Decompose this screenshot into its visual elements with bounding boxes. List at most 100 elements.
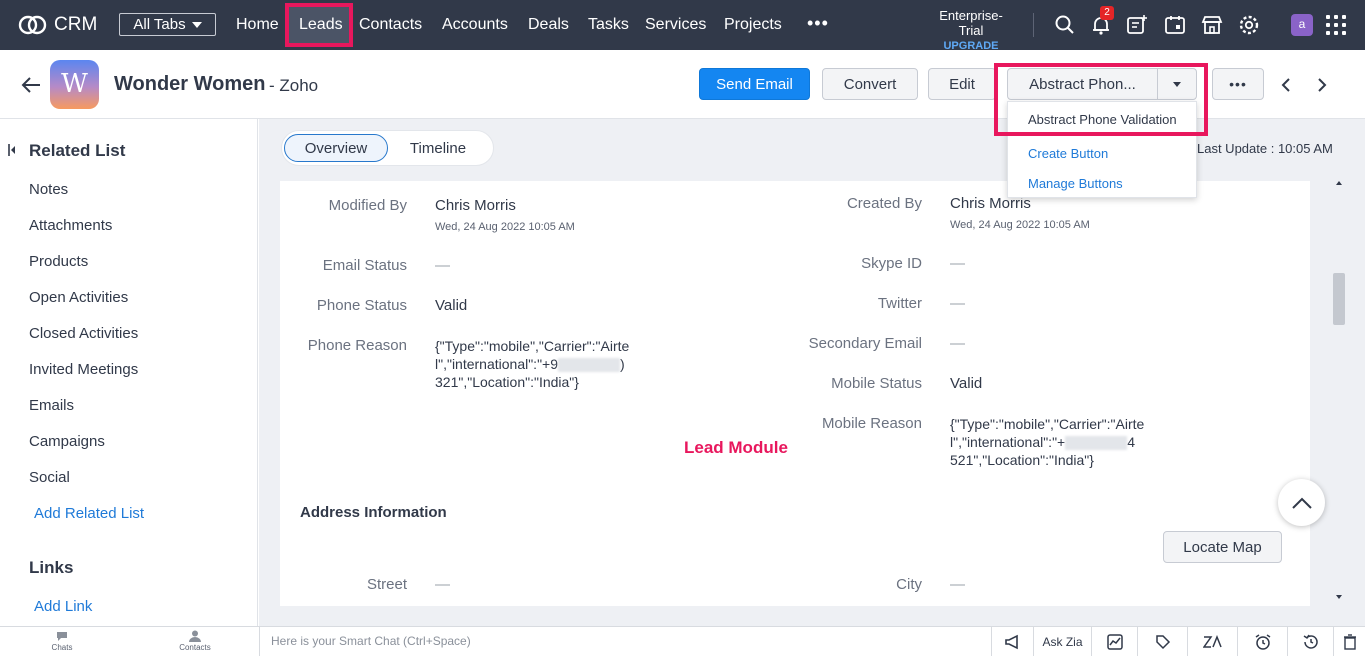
scroll-down-arrow-icon[interactable] (1336, 595, 1342, 599)
announcement-button[interactable] (991, 627, 1033, 656)
analytics-button[interactable] (1091, 627, 1137, 656)
reminders-button[interactable] (1237, 627, 1287, 656)
recycle-bin-button[interactable] (1333, 627, 1365, 656)
contacts-button[interactable]: Contacts (165, 629, 225, 652)
tab-overview[interactable]: Overview (284, 134, 388, 162)
nav-item-home[interactable]: Home (236, 0, 279, 50)
phone-reason-value: {"Type":"mobile","Carrier":"Airte l","in… (435, 337, 650, 391)
collapse-sidebar-icon[interactable] (8, 143, 16, 157)
last-update-text: Last Update : 10:05 AM (1197, 141, 1333, 156)
all-tabs-dropdown[interactable]: All Tabs (119, 13, 216, 36)
smart-chat-input[interactable]: Here is your Smart Chat (Ctrl+Space) (259, 627, 991, 656)
zia-icon (1202, 635, 1222, 648)
record-detail-panel: Overview Timeline Last Update : 10:05 AM… (259, 119, 1365, 626)
mobile-reason-value: {"Type":"mobile","Carrier":"Airte l","in… (950, 415, 1165, 469)
search-icon[interactable] (1053, 13, 1077, 37)
sidebar-item-open-activities[interactable]: Open Activities (29, 289, 128, 306)
back-arrow-icon[interactable] (20, 74, 42, 96)
send-email-button[interactable]: Send Email (699, 68, 810, 100)
convert-button[interactable]: Convert (822, 68, 918, 100)
mobile-reason-line-1: {"Type":"mobile","Carrier":"Airte (950, 416, 1145, 432)
notification-badge: 2 (1100, 6, 1114, 20)
phone-reason-line-1: {"Type":"mobile","Carrier":"Airte (435, 338, 630, 354)
nav-item-projects[interactable]: Projects (724, 0, 782, 50)
add-link[interactable]: Add Link (34, 598, 92, 615)
trial-info: Enterprise-Trial UPGRADE (927, 8, 1015, 52)
created-by-date: Wed, 24 Aug 2022 10:05 AM (950, 219, 1090, 231)
locate-map-button[interactable]: Locate Map (1163, 531, 1282, 563)
chat-bubble-icon (57, 632, 67, 641)
nav-divider (1033, 13, 1034, 37)
contacts-label: Contacts (179, 643, 211, 652)
mobile-reason-label: Mobile Reason (821, 415, 922, 432)
zia-signal-button[interactable] (1187, 627, 1237, 656)
scrollbar[interactable] (1332, 179, 1346, 606)
nav-item-services[interactable]: Services (645, 0, 706, 50)
sidebar-item-invited-meetings[interactable]: Invited Meetings (29, 361, 138, 378)
all-tabs-label: All Tabs (133, 16, 186, 33)
related-list-heading: Related List (29, 141, 126, 160)
tag-icon (1155, 635, 1170, 650)
phone-reason-line-2b: ) (620, 356, 625, 372)
created-by-label: Created By (846, 195, 922, 212)
record-name: Wonder Women (114, 73, 266, 95)
phone-reason-line-2a: l","international":"+9 (435, 356, 559, 372)
address-section-title: Address Information (300, 504, 447, 521)
tasks-button[interactable] (1137, 627, 1187, 656)
add-related-list-link[interactable]: Add Related List (34, 505, 144, 522)
edit-button[interactable]: Edit (928, 68, 996, 100)
sidebar-item-attachments[interactable]: Attachments (29, 217, 112, 234)
chats-button[interactable]: Chats (32, 629, 92, 652)
sidebar-item-notes[interactable]: Notes (29, 181, 68, 198)
sidebar-item-products[interactable]: Products (29, 253, 88, 270)
record-company: - Zoho (269, 76, 319, 95)
phone-reason-line-3: 321","Location":"India"} (435, 374, 579, 390)
email-status-value: — (435, 257, 450, 274)
mobile-reason-line-3: 521","Location":"India"} (950, 452, 1094, 468)
menu-item-manage-buttons[interactable]: Manage Buttons (1028, 176, 1123, 191)
ask-zia-button[interactable]: Ask Zia (1033, 627, 1091, 656)
nav-item-deals[interactable]: Deals (528, 0, 569, 50)
alarm-clock-icon (1255, 634, 1270, 650)
more-actions-button[interactable]: ••• (1212, 68, 1264, 100)
scroll-to-top-button[interactable] (1278, 479, 1325, 526)
record-avatar[interactable]: W (50, 60, 99, 109)
marketplace-icon[interactable] (1200, 13, 1224, 37)
crm-logo[interactable]: CRM (18, 12, 97, 38)
chevron-down-icon (191, 21, 202, 28)
apps-grid-icon[interactable] (1326, 15, 1346, 35)
top-navigation-bar: CRM All Tabs Home Leads Contacts Account… (0, 0, 1365, 52)
view-tabs: Overview Timeline (281, 130, 494, 166)
nav-item-leads[interactable]: Leads (299, 0, 343, 50)
city-label: City (896, 576, 922, 593)
gear-icon[interactable] (1237, 13, 1261, 37)
sidebar-item-social[interactable]: Social (29, 469, 70, 486)
secondary-email-value: — (950, 335, 965, 352)
sidebar-item-campaigns[interactable]: Campaigns (29, 433, 105, 450)
chart-icon (1106, 634, 1123, 650)
add-activity-icon[interactable] (1125, 13, 1149, 37)
user-avatar[interactable]: a (1291, 14, 1313, 36)
calendar-icon[interactable] (1163, 13, 1187, 37)
sidebar-item-emails[interactable]: Emails (29, 397, 74, 414)
nav-item-contacts[interactable]: Contacts (359, 0, 422, 50)
nav-item-accounts[interactable]: Accounts (442, 0, 508, 50)
sidebar-item-closed-activities[interactable]: Closed Activities (29, 325, 138, 342)
mobile-status-label: Mobile Status (831, 375, 922, 392)
tab-timeline[interactable]: Timeline (394, 134, 482, 162)
street-value: — (435, 576, 450, 593)
next-record-icon[interactable] (1314, 76, 1330, 94)
email-status-label: Email Status (322, 257, 407, 274)
scrollbar-thumb[interactable] (1333, 273, 1345, 325)
menu-item-create-button[interactable]: Create Button (1028, 146, 1108, 161)
mobile-reason-line-2b: 4 (1127, 434, 1136, 450)
phone-reason-label: Phone Reason (307, 337, 407, 354)
recent-items-button[interactable] (1287, 627, 1333, 656)
nav-item-tasks[interactable]: Tasks (588, 0, 629, 50)
previous-record-icon[interactable] (1278, 76, 1294, 94)
history-icon (1303, 634, 1318, 649)
skype-id-label: Skype ID (861, 255, 922, 272)
mobile-reason-line-2a: l","international":"+ (950, 434, 1066, 450)
nav-more-button[interactable]: ••• (807, 13, 829, 34)
scroll-up-arrow-icon[interactable] (1336, 181, 1342, 185)
